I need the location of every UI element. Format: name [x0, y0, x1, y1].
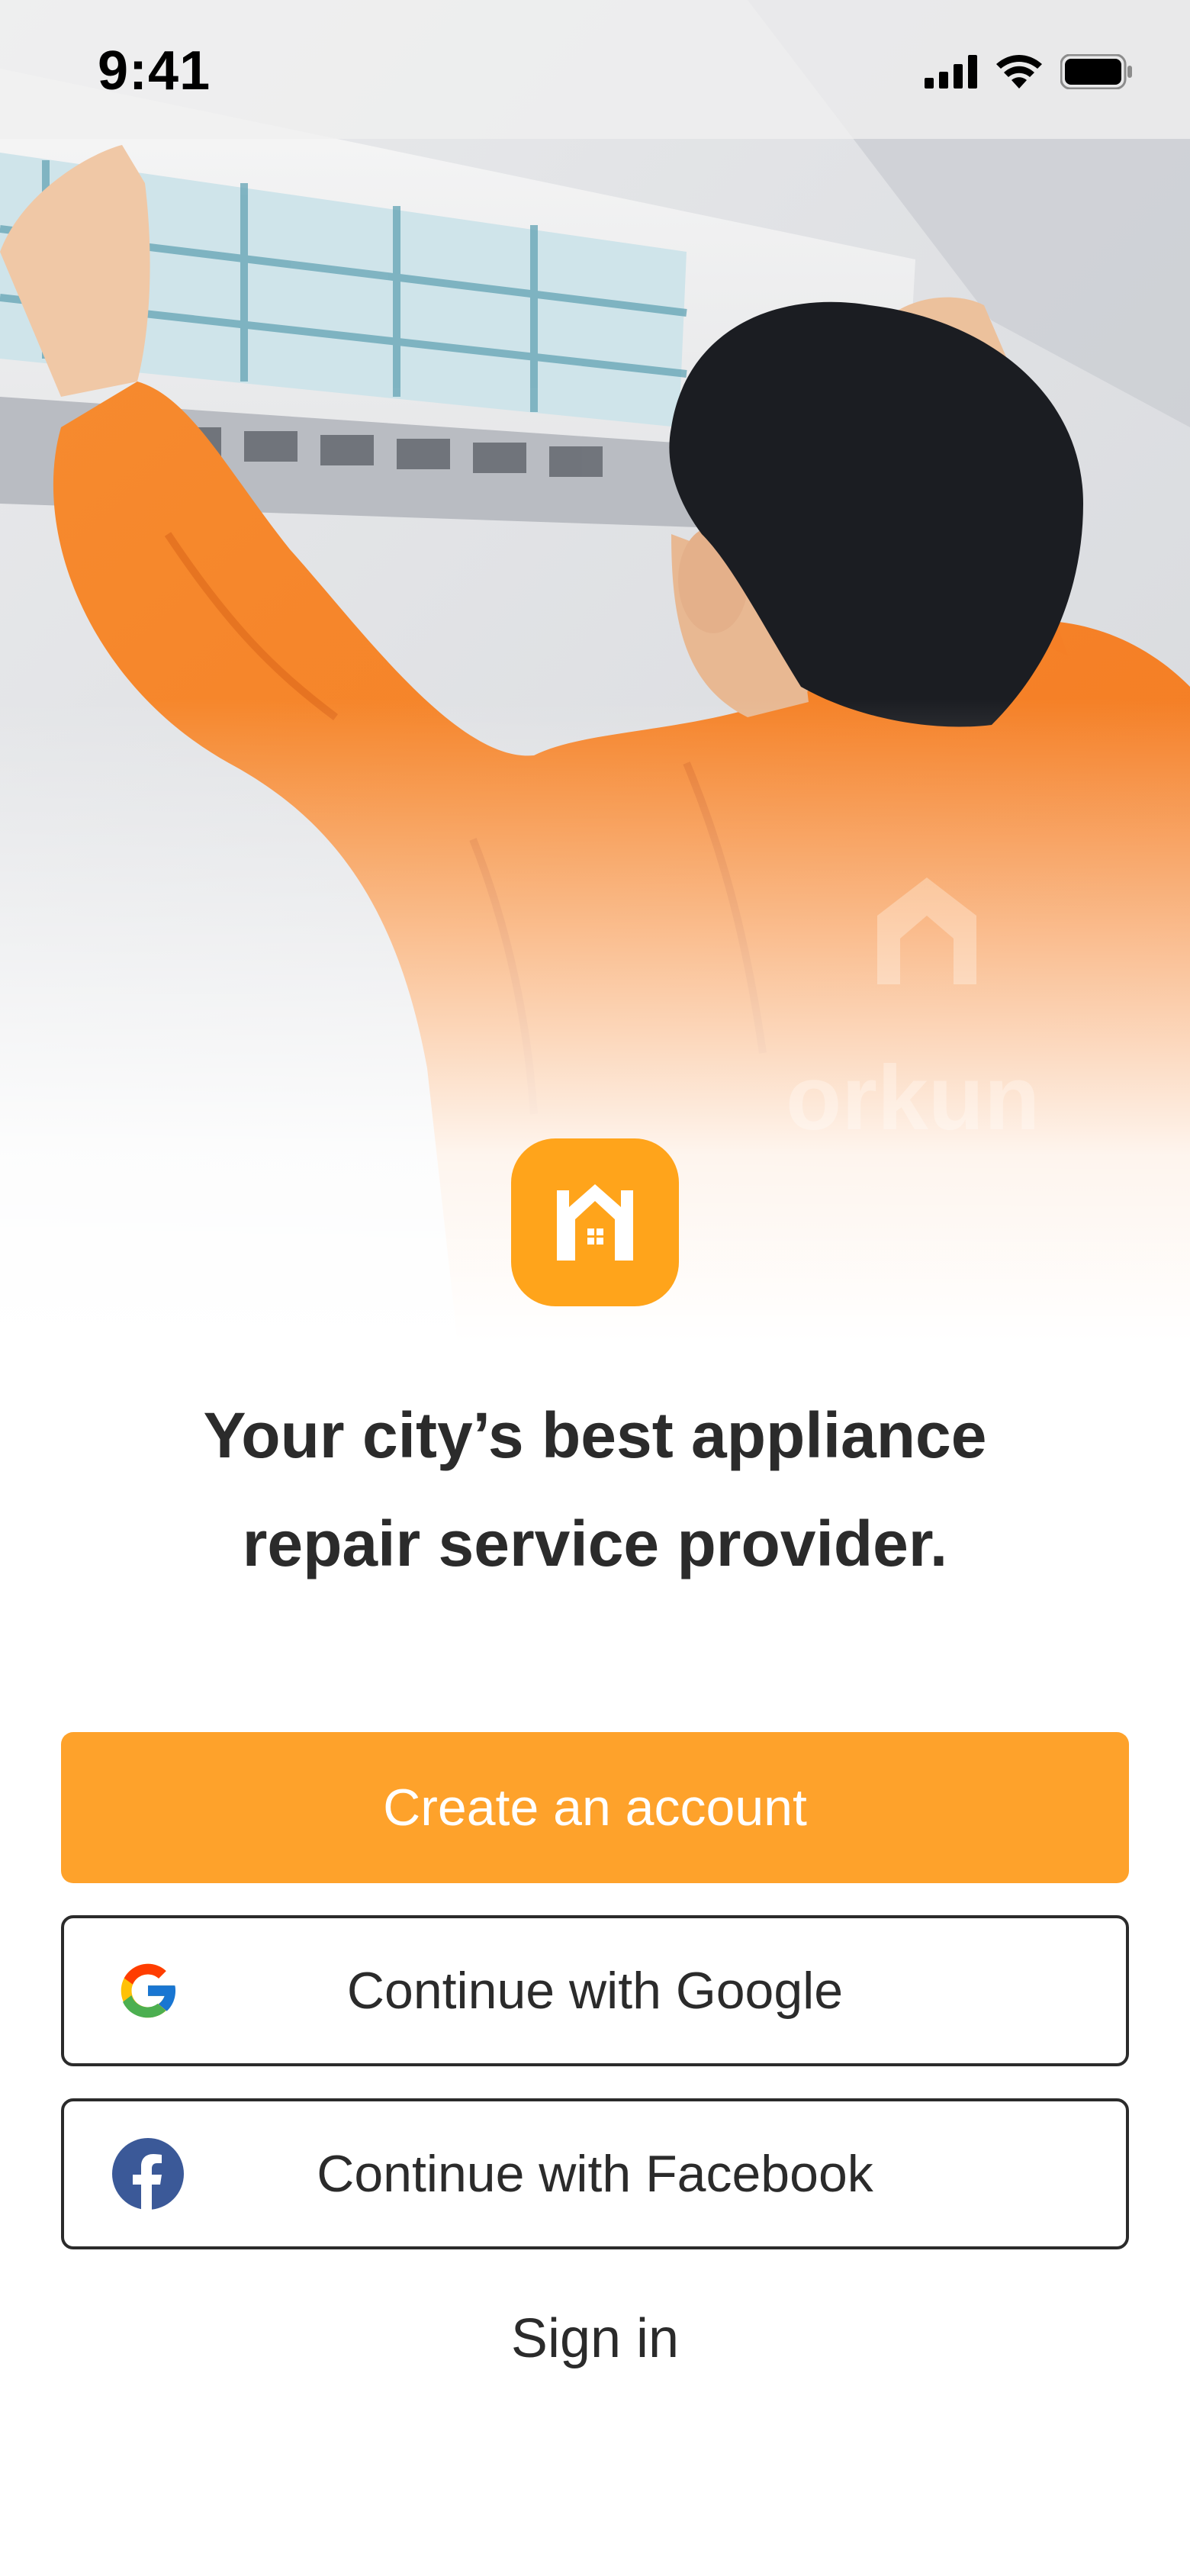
status-bar: 9:41 — [0, 0, 1190, 139]
continue-with-facebook-button[interactable]: Continue with Facebook — [61, 2098, 1129, 2249]
tagline-line-1: Your city’s best appliance — [203, 1399, 987, 1471]
sign-in-link[interactable]: Sign in — [442, 2297, 748, 2381]
house-logo-icon — [549, 1175, 641, 1270]
onboarding-screen: orkun 9:41 Your city’s best appliance re… — [0, 0, 1190, 2576]
create-account-button[interactable]: Create an account — [61, 1732, 1129, 1883]
tagline: Your city’s best appliance repair servic… — [92, 1381, 1098, 1598]
continue-with-facebook-label: Continue with Facebook — [317, 2145, 873, 2203]
cellular-signal-icon — [925, 55, 978, 92]
google-icon — [111, 1954, 185, 2027]
continue-with-google-label: Continue with Google — [346, 1962, 844, 2020]
tagline-line-2: repair service provider. — [242, 1508, 948, 1579]
wifi-icon — [995, 53, 1044, 94]
status-icons — [925, 53, 1134, 94]
battery-icon — [1060, 53, 1134, 93]
create-account-label: Create an account — [383, 1779, 807, 1837]
app-logo — [511, 1138, 679, 1306]
status-time: 9:41 — [98, 40, 211, 101]
continue-with-google-button[interactable]: Continue with Google — [61, 1915, 1129, 2066]
shirt-brand-text: orkun — [786, 1047, 1040, 1149]
facebook-icon — [111, 2137, 185, 2211]
